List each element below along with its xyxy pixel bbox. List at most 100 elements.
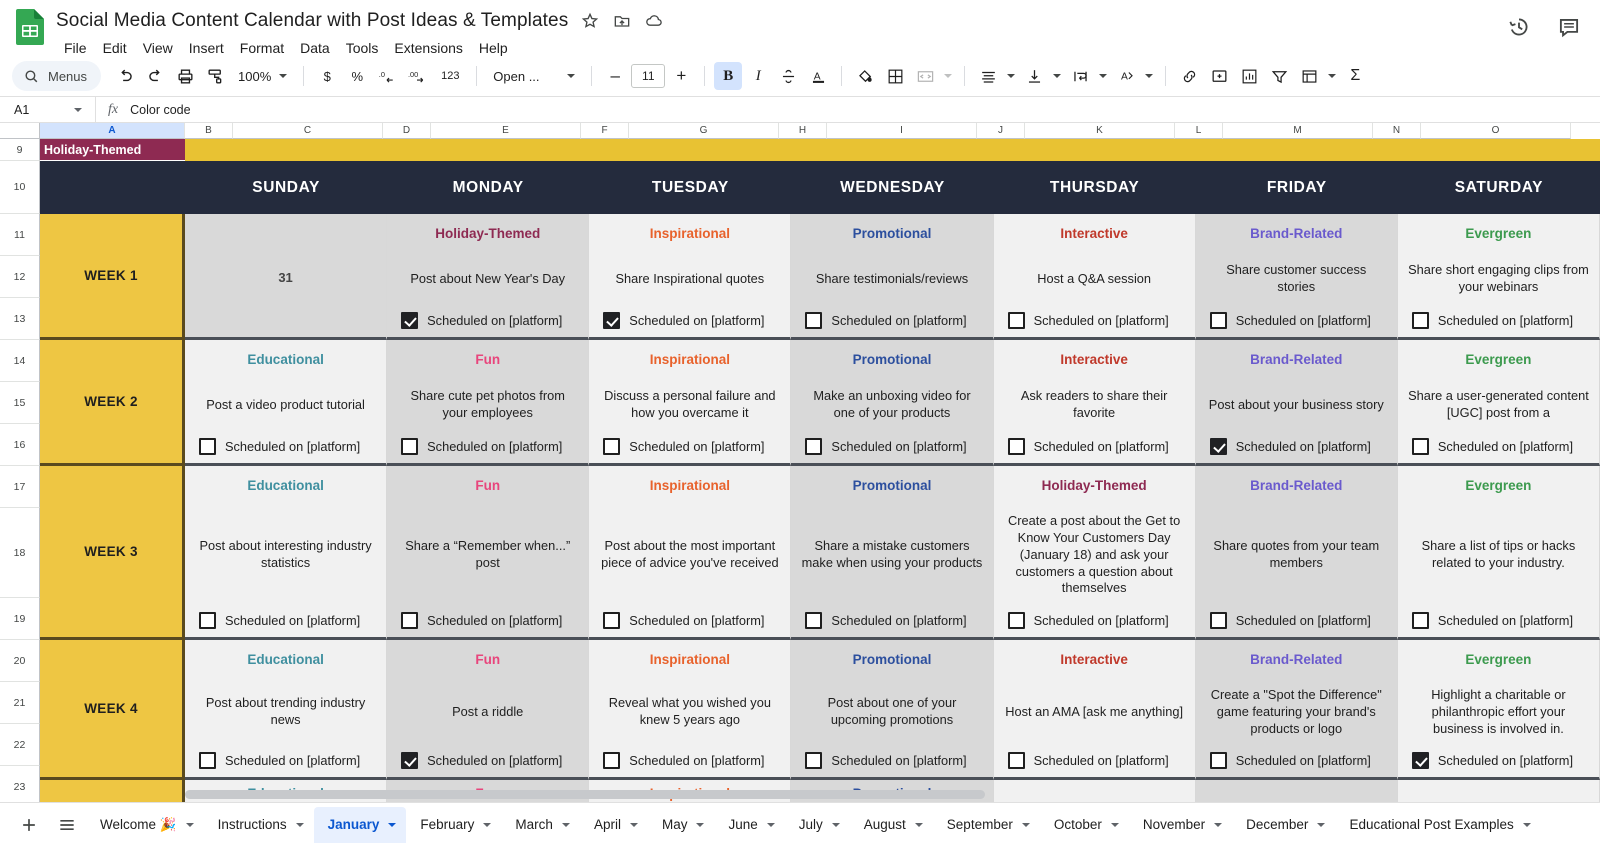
print-button[interactable] [171,62,199,90]
scheduled-checkbox[interactable] [1411,312,1429,329]
calendar-day-cell[interactable]: Promotional Share a mistake customers mak… [791,466,994,640]
calendar-day-cell[interactable]: Evergreen Share a user-generated content … [1397,340,1600,466]
calendar-day-cell[interactable]: Fun Post a riddle Scheduled on [platform] [387,640,590,780]
row-header-13[interactable]: 13 [0,298,40,340]
font-size-input[interactable]: 11 [631,64,666,88]
decrease-font-size-button[interactable]: – [601,62,629,90]
text-wrapping-caret[interactable] [1096,62,1110,90]
scheduled-checkbox[interactable] [603,438,621,455]
text-wrapping-button[interactable] [1066,62,1094,90]
scheduled-checkbox[interactable] [1007,612,1025,629]
calendar-day-cell[interactable] [1195,780,1398,802]
calendar-day-cell[interactable]: Inspirational Share Inspirational quotes S… [589,214,792,340]
horizontal-align-caret[interactable] [1004,62,1018,90]
calendar-day-cell[interactable]: Evergreen Highlight a charitable or phila… [1397,640,1600,780]
chevron-down-icon[interactable] [1021,822,1030,827]
vertical-align-caret[interactable] [1050,62,1064,90]
calendar-day-cell[interactable]: Inspirational Discuss a personal failure … [589,340,792,466]
scheduled-checkbox[interactable] [805,312,823,329]
column-header-g[interactable]: G [629,123,779,139]
calendar-day-cell[interactable]: Educational Post about trending industry … [185,640,388,780]
add-sheet-button[interactable] [10,806,48,844]
version-history-icon[interactable] [1506,14,1532,40]
scheduled-checkbox[interactable] [1209,312,1227,329]
calendar-day-cell[interactable]: Brand-Related Post about your business st… [1195,340,1398,466]
calendar-day-cell[interactable]: Interactive Host a Q&A session Scheduled o… [993,214,1196,340]
chevron-down-icon[interactable] [1110,822,1119,827]
insert-link-button[interactable] [1175,62,1203,90]
scheduled-checkbox[interactable] [401,612,419,629]
calendar-day-cell[interactable]: Promotional Post about one of your upcomi… [791,640,994,780]
row-header-10[interactable]: 10 [0,161,40,214]
calendar-day-cell[interactable]: Holiday-Themed Create a post about the Ge… [993,466,1196,640]
zoom-selector[interactable]: 100% [231,62,294,90]
column-header-j[interactable]: J [977,123,1025,139]
scheduled-checkbox[interactable] [805,438,823,455]
calendar-day-cell[interactable]: Brand-Related Share customer success stor… [1195,214,1398,340]
menu-edit[interactable]: Edit [95,37,135,59]
row-header-22[interactable]: 22 [0,724,40,766]
scheduled-checkbox[interactable] [1209,752,1227,769]
sheet-tab-october[interactable]: October [1040,807,1129,843]
row-header-19[interactable]: 19 [0,598,40,640]
fill-color-button[interactable] [851,62,879,90]
horizontal-align-button[interactable] [974,62,1002,90]
strikethrough-button[interactable] [774,62,802,90]
italic-button[interactable]: I [744,62,772,90]
sheet-tab-july[interactable]: July [785,807,850,843]
column-header-d[interactable]: D [383,123,431,139]
cloud-saved-icon[interactable] [644,11,664,31]
all-sheets-button[interactable] [48,806,86,844]
sheet-tab-march[interactable]: March [501,807,580,843]
calendar-day-cell[interactable]: Interactive Ask readers to share their fa… [993,340,1196,466]
row-header-16[interactable]: 16 [0,424,40,466]
scheduled-checkbox[interactable] [1007,752,1025,769]
row-header-9[interactable]: 9 [0,139,40,161]
scheduled-checkbox[interactable] [1411,438,1429,455]
menu-extensions[interactable]: Extensions [386,37,470,59]
font-family-selector[interactable]: Open ... [486,62,582,90]
row-header-18[interactable]: 18 [0,508,40,598]
week-label-cell[interactable]: WEEK 2 [40,340,185,466]
row-header-20[interactable]: 20 [0,640,40,682]
increase-font-size-button[interactable]: + [667,62,695,90]
formula-input[interactable]: Color code [128,103,1600,117]
chevron-down-icon[interactable] [295,822,304,827]
scheduled-checkbox[interactable] [603,312,621,329]
column-header-f[interactable]: F [581,123,629,139]
calendar-day-cell[interactable]: Inspirational Post about the most importa… [589,466,792,640]
scheduled-checkbox[interactable] [1007,438,1025,455]
percent-format-button[interactable]: % [343,62,371,90]
column-header-k[interactable]: K [1025,123,1175,139]
column-header-b[interactable]: B [185,123,233,139]
chevron-down-icon[interactable] [483,822,492,827]
insert-chart-button[interactable] [1235,62,1263,90]
filter-button[interactable] [1265,62,1293,90]
scheduled-checkbox[interactable] [1411,612,1429,629]
calendar-day-cell[interactable]: Fun Share a “Remember when...” post Schedu… [387,466,590,640]
calendar-day-cell[interactable]: Evergreen Share short engaging clips from… [1397,214,1600,340]
chevron-down-icon[interactable] [629,822,638,827]
filter-views-caret[interactable] [1325,62,1339,90]
sheet-tab-april[interactable]: April [580,807,648,843]
column-header-n[interactable]: N [1373,123,1421,139]
calendar-day-cell[interactable]: Promotional Make an unboxing video for on… [791,340,994,466]
chevron-down-icon[interactable] [1522,822,1531,827]
horizontal-scrollbar[interactable] [185,790,985,799]
chevron-down-icon[interactable] [388,822,397,827]
row-header-15[interactable]: 15 [0,382,40,424]
filter-views-button[interactable] [1295,62,1323,90]
scheduled-checkbox[interactable] [805,752,823,769]
sheet-tab-welcome[interactable]: Welcome 🎉 [86,807,204,843]
row-header-21[interactable]: 21 [0,682,40,724]
calendar-day-cell[interactable]: Fun Share cute pet photos from your emplo… [387,340,590,466]
comment-icon[interactable] [1556,14,1582,40]
banner-label-cell[interactable]: Holiday-Themed [40,139,185,161]
row-header-12[interactable]: 12 [0,256,40,298]
menu-format[interactable]: Format [232,37,292,59]
menu-file[interactable]: File [56,37,95,59]
chevron-down-icon[interactable] [766,822,775,827]
column-header-m[interactable]: M [1223,123,1373,139]
text-color-button[interactable]: A [804,62,832,90]
scheduled-checkbox[interactable] [401,312,419,329]
